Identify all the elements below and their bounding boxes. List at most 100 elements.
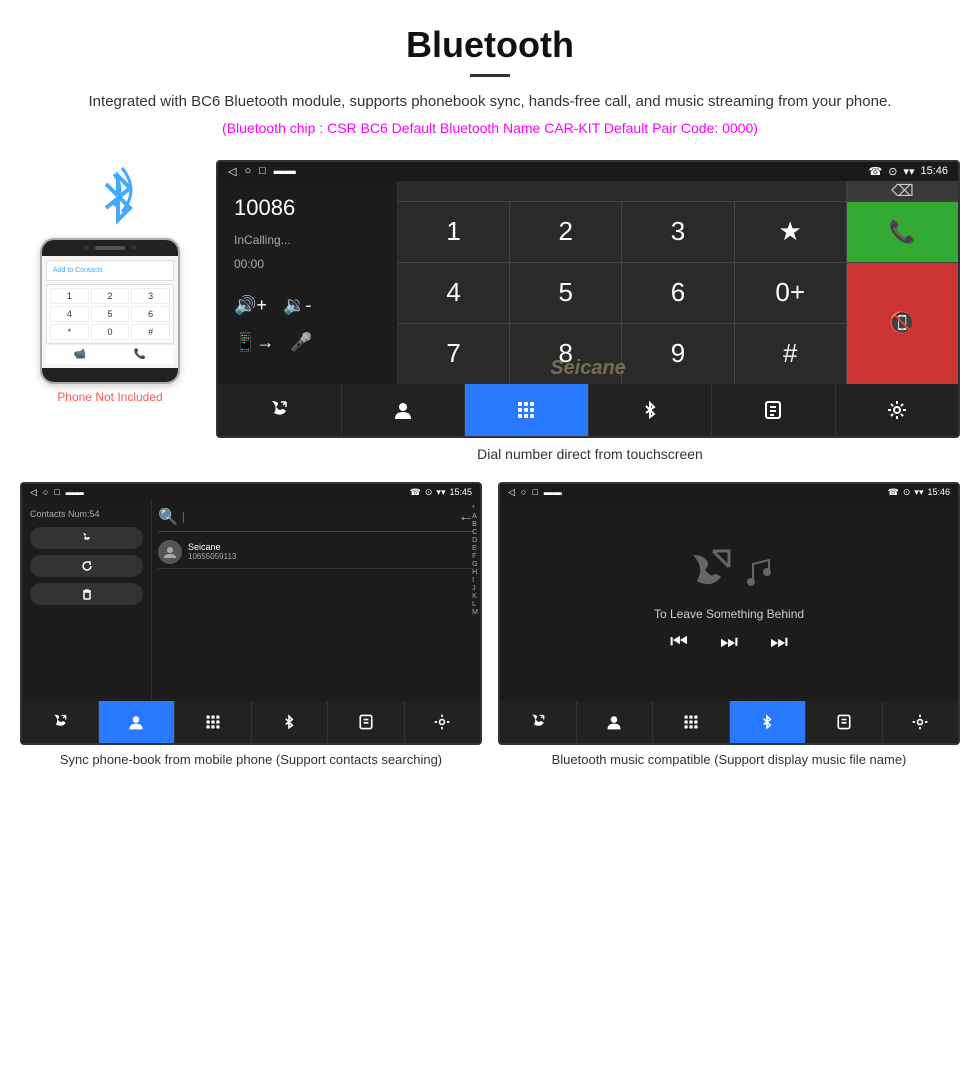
keypad-end-call-button[interactable]: 📵 [847, 263, 958, 384]
contacts-status-bar: ◁ ○ □ ▬▬ ☎ ⊙ ▾▾ 15:45 [22, 484, 480, 501]
car-volume-controls: 🔊+ 🔉- [234, 295, 381, 316]
page-title: Bluetooth [20, 24, 960, 66]
ms-nav-dialpad[interactable] [653, 701, 730, 743]
contacts-entry-seicane[interactable]: Seicane 10655059113 [158, 536, 474, 569]
music-icon-area [683, 547, 775, 597]
keypad-input-display [398, 181, 846, 201]
phone-column: Add to Contacts 1 2 3 4 5 6 * 0 # 📹 📞 [20, 160, 200, 404]
ct-nav-contacts[interactable] [99, 701, 176, 743]
ms-home-icon: ○ [521, 487, 526, 497]
dialer-key-3[interactable]: 3 [131, 288, 170, 304]
keypad-backspace-button[interactable]: ⌫ [847, 181, 958, 201]
ms-nav-contacts[interactable] [577, 701, 654, 743]
contacts-search-bar: 🔍 ← [158, 507, 474, 532]
car-left-panel: 10086 InCalling... 00:00 🔊+ 🔉- 📱→ 🎤 [218, 181, 398, 384]
music-controls: ⏮ ⏭ ⏭ [670, 631, 788, 654]
bt-waves-icon [108, 164, 138, 220]
dialer-key-4[interactable]: 4 [50, 306, 89, 322]
car-status-left: ◁ ○ □ ▬▬ [228, 165, 296, 178]
music-main-area: To Leave Something Behind ⏮ ⏭ ⏭ [500, 501, 958, 701]
keypad-key-0plus[interactable]: 0+ [735, 263, 846, 323]
phone-camera [84, 245, 89, 250]
music-bottom-nav [500, 701, 958, 743]
contacts-call-button[interactable] [30, 527, 143, 549]
keypad-key-6[interactable]: 6 [622, 263, 733, 323]
car-location-icon: ⊙ [888, 165, 897, 178]
car-volume-down-icon[interactable]: 🔉- [283, 295, 311, 316]
spec-text: (Bluetooth chip : CSR BC6 Default Blueto… [20, 120, 960, 136]
ct-nav-files[interactable] [328, 701, 405, 743]
ms-nav-call[interactable] [500, 701, 577, 743]
ct-back-icon: ◁ [30, 487, 37, 498]
car-tools-row: 📱→ 🎤 [234, 332, 381, 353]
contacts-sync-button[interactable] [30, 555, 143, 577]
contacts-right-panel: 🔍 ← Seicane 10655059113 [152, 501, 480, 701]
car-transfer-icon[interactable]: 📱→ [234, 332, 274, 353]
keypad-key-8[interactable]: 8 [510, 324, 621, 384]
phone-call-icon[interactable]: 📞 [134, 349, 146, 360]
keypad-key-star[interactable]: ★ [735, 202, 846, 262]
dialer-key-hash[interactable]: # [131, 324, 170, 340]
ct-nav-dialpad[interactable] [175, 701, 252, 743]
music-play-pause-button[interactable]: ⏭ [720, 631, 738, 654]
keypad-key-2[interactable]: 2 [510, 202, 621, 262]
ms-loc-icon: ⊙ [903, 487, 911, 498]
contacts-main-area: Contacts Num:54 🔍 ← [22, 501, 480, 701]
contacts-entry-name: Seicane [188, 542, 236, 552]
dialer-key-2[interactable]: 2 [91, 288, 130, 304]
keypad-key-1[interactable]: 1 [398, 202, 509, 262]
contacts-alpha-index: * A B C D E F G H I J K L M [472, 505, 478, 616]
car-mic-icon[interactable]: 🎤 [290, 332, 312, 353]
ct-nav-settings[interactable] [405, 701, 481, 743]
contacts-search-icon: 🔍 [158, 507, 178, 527]
keypad-key-7[interactable]: 7 [398, 324, 509, 384]
contacts-bottom-nav [22, 701, 480, 743]
title-divider [470, 74, 510, 77]
music-screen: ◁ ○ □ ▬▬ ☎ ⊙ ▾▾ 15:46 [498, 482, 960, 745]
phone-bottom-buttons: 📹 📞 [46, 344, 174, 364]
contacts-entry-number: 10655059113 [188, 552, 236, 561]
ms-nav-files[interactable] [806, 701, 883, 743]
keypad-key-5[interactable]: 5 [510, 263, 621, 323]
ms-nav-settings[interactable] [883, 701, 959, 743]
page-header: Bluetooth Integrated with BC6 Bluetooth … [0, 0, 980, 150]
car-nav-call-switch[interactable] [218, 384, 342, 436]
keypad-key-3[interactable]: 3 [622, 202, 733, 262]
bluetooth-icon-area [70, 160, 150, 230]
phone-bottom-bar [42, 368, 178, 382]
phone-video-icon[interactable]: 📹 [74, 349, 86, 360]
contacts-column: ◁ ○ □ ▬▬ ☎ ⊙ ▾▾ 15:45 Contacts Num:54 [20, 482, 482, 769]
keypad-call-button[interactable]: 📞 [847, 202, 958, 262]
car-circle-icon: ○ [244, 165, 251, 177]
car-nav-settings[interactable] [836, 384, 959, 436]
contacts-avatar [158, 540, 182, 564]
ms-recent-icon: □ [532, 487, 537, 497]
dialer-key-0[interactable]: 0 [91, 324, 130, 340]
contacts-count-label: Contacts Num:54 [30, 509, 143, 519]
car-back-icon: ◁ [228, 165, 236, 178]
ct-nav-bluetooth[interactable] [252, 701, 329, 743]
dialer-key-star[interactable]: * [50, 324, 89, 340]
car-nav-bluetooth[interactable] [589, 384, 713, 436]
ct-signal-icon: ▬▬ [66, 487, 84, 497]
car-nav-contacts[interactable] [342, 384, 466, 436]
keypad-key-9[interactable]: 9 [622, 324, 733, 384]
dialer-key-6[interactable]: 6 [131, 306, 170, 322]
ms-time: 15:46 [927, 487, 950, 497]
contacts-search-input[interactable] [182, 511, 262, 523]
keypad-key-hash[interactable]: # [735, 324, 846, 384]
car-volume-up-icon[interactable]: 🔊+ [234, 295, 267, 316]
contacts-delete-button[interactable] [30, 583, 143, 605]
ms-signal-icon: ▬▬ [544, 487, 562, 497]
ms-phone-icon: ☎ [888, 487, 899, 498]
ct-nav-call[interactable] [22, 701, 99, 743]
dialer-key-5[interactable]: 5 [91, 306, 130, 322]
music-next-button[interactable]: ⏭ [770, 631, 788, 654]
music-prev-button[interactable]: ⏮ [670, 631, 688, 654]
ms-nav-bluetooth[interactable] [730, 701, 807, 743]
dialer-key-1[interactable]: 1 [50, 288, 89, 304]
car-phone-status-icon: ☎ [869, 165, 883, 178]
keypad-key-4[interactable]: 4 [398, 263, 509, 323]
car-nav-dialpad[interactable] [465, 384, 589, 436]
car-nav-files[interactable] [712, 384, 836, 436]
